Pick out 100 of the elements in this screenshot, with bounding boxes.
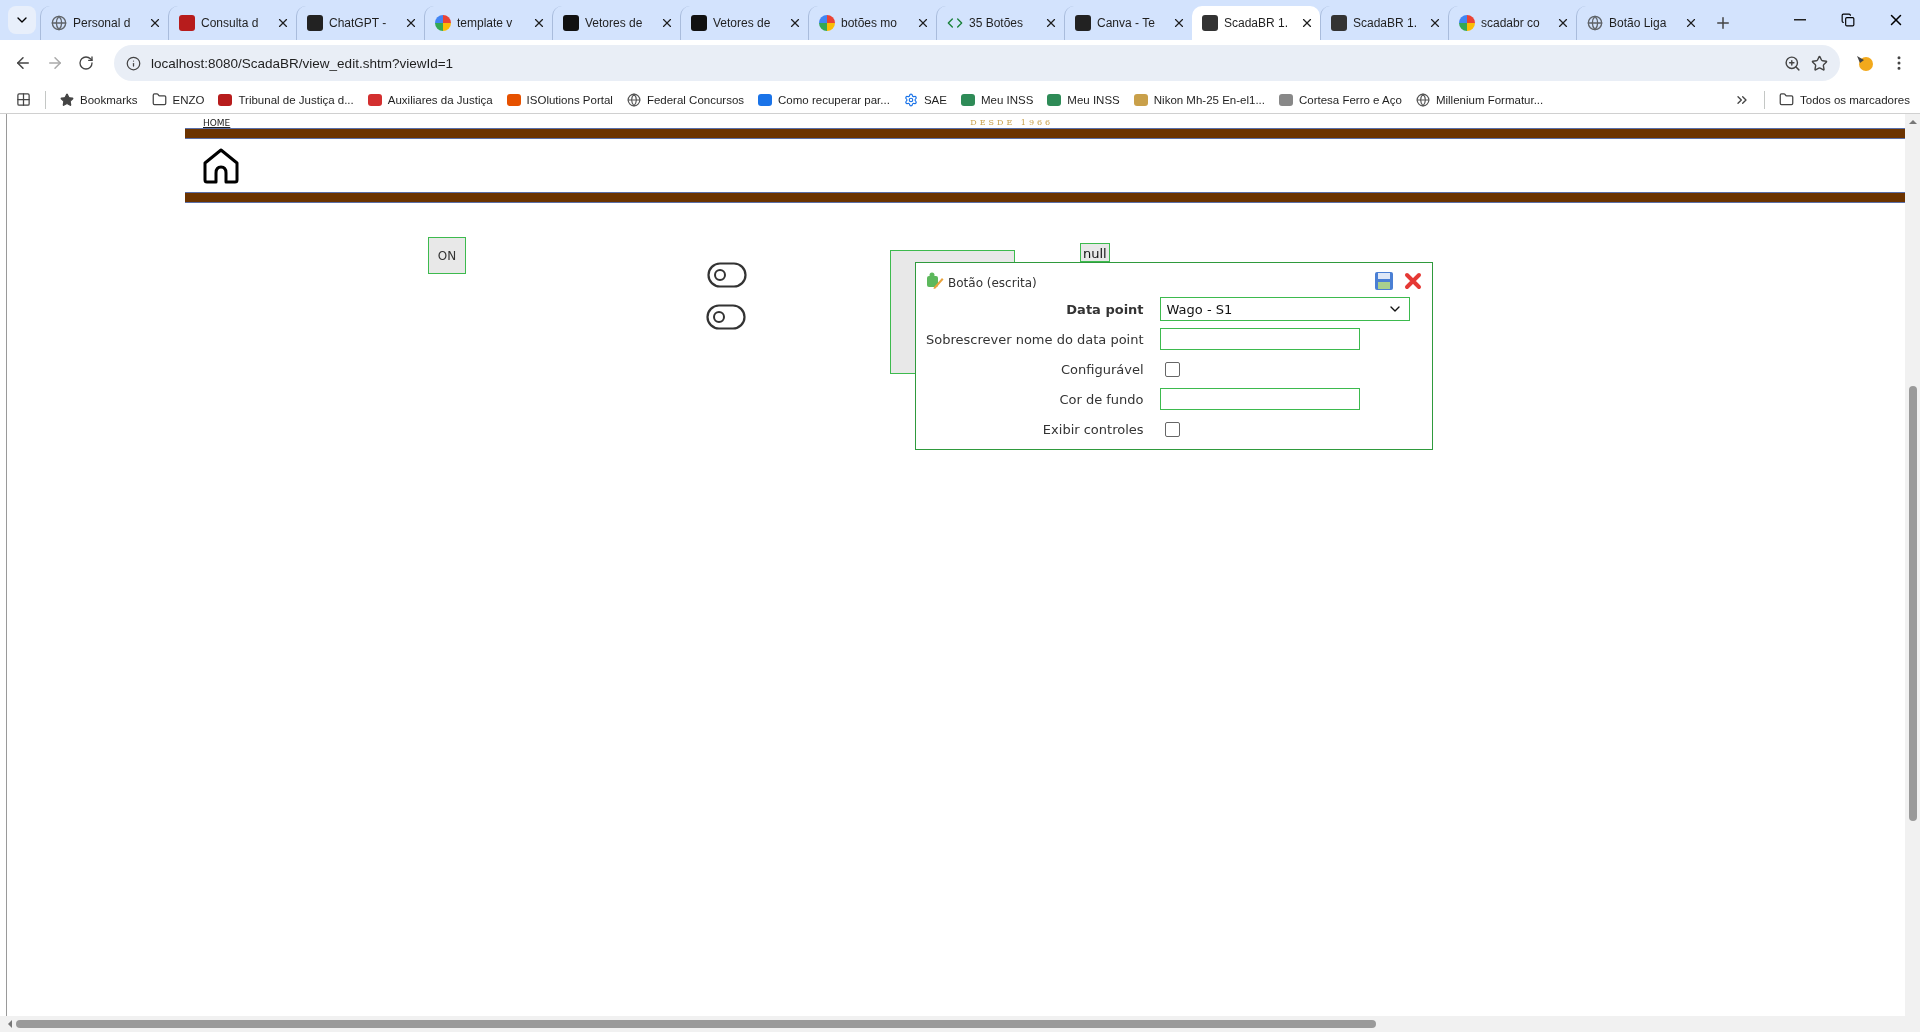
bookmark-link[interactable]: Como recuperar par... <box>758 93 890 106</box>
close-icon[interactable] <box>1044 16 1058 30</box>
square-logo-icon <box>506 93 521 106</box>
bookmark-link[interactable]: Meu INSS <box>960 93 1034 106</box>
tab-title: scadabr co <box>1481 16 1541 30</box>
new-tab-button[interactable] <box>1714 14 1732 32</box>
puzzle-pencil-icon <box>926 272 944 290</box>
bookmark-link[interactable]: Cortesa Ferro e Aço <box>1279 93 1402 106</box>
tab-title: Canva - Te <box>1097 16 1156 30</box>
star-icon[interactable] <box>1811 54 1828 72</box>
field-label: Data point <box>1065 301 1144 317</box>
field-label: Cor de fundo <box>1058 391 1144 407</box>
tab-title: Botão Liga <box>1609 16 1668 30</box>
square-logo-icon <box>1279 93 1293 106</box>
close-icon[interactable] <box>532 16 546 30</box>
tab-title: Personal d <box>73 16 132 30</box>
close-icon[interactable] <box>1300 16 1314 30</box>
bookmark-link[interactable]: Meu INSS <box>1047 93 1120 106</box>
bookmark-link[interactable]: Millenium Formatur... <box>1415 92 1544 107</box>
square-logo-icon <box>1047 93 1062 106</box>
browser-tab[interactable]: ScadaBR 1. <box>1192 6 1320 40</box>
tab-title: 35 Botões <box>969 16 1025 30</box>
tagline: DESDE 1966 <box>970 118 1054 128</box>
folder-icon <box>151 92 167 107</box>
point-value: null <box>1080 243 1110 262</box>
checkbox[interactable] <box>1164 421 1180 437</box>
letter-logo-icon <box>1459 15 1475 31</box>
vertical-scrollbar[interactable] <box>1905 114 1920 1016</box>
close-icon[interactable] <box>788 16 802 30</box>
close-icon[interactable] <box>1684 16 1698 30</box>
url-text: localhost:8080/ScadaBR/view_edit.shtm?viewId=1 <box>151 55 455 71</box>
home-link[interactable]: HOME <box>203 118 231 128</box>
folder-icon <box>1779 92 1795 107</box>
tab-search-button[interactable] <box>8 6 36 34</box>
select-value: Wago - S1 <box>1166 301 1233 317</box>
save-icon[interactable] <box>1374 271 1394 291</box>
back-icon[interactable] <box>14 54 32 72</box>
bookmark-link[interactable]: ENZO <box>151 92 205 107</box>
square-logo-icon <box>691 15 707 31</box>
globe-icon <box>1587 15 1603 31</box>
dialog-title: Botão (escrita) <box>948 276 1037 290</box>
tab-title: botões mo <box>841 16 899 30</box>
square-logo-icon <box>307 15 323 31</box>
globe-icon <box>1415 92 1430 107</box>
square-logo-icon <box>1202 15 1218 31</box>
toggle-switch[interactable] <box>706 304 746 330</box>
square-logo-icon <box>218 93 233 106</box>
tab-title: ScadaBR 1. <box>1353 16 1419 30</box>
square-logo-icon <box>1133 93 1148 106</box>
close-icon[interactable] <box>1428 16 1442 30</box>
data-point-select[interactable]: Wago - S1 <box>1159 297 1410 321</box>
close-icon[interactable] <box>1556 16 1570 30</box>
close-icon[interactable] <box>1172 16 1186 30</box>
bookmark-link[interactable]: Nikon Mh-25 En-el1... <box>1133 93 1265 106</box>
toggle-switch[interactable] <box>707 262 747 288</box>
apps-icon[interactable] <box>16 92 31 107</box>
on-button[interactable]: ON <box>428 237 466 274</box>
close-icon[interactable] <box>916 16 930 30</box>
square-logo-icon <box>179 15 195 31</box>
square-logo-icon <box>367 93 382 106</box>
square-logo-icon <box>563 15 579 31</box>
bookmark-link[interactable]: Tribunal de Justiça d... <box>218 93 354 106</box>
code-icon <box>947 15 963 31</box>
input-field[interactable] <box>1159 328 1360 350</box>
close-icon[interactable] <box>276 16 290 30</box>
gear-icon <box>903 92 918 107</box>
square-logo-icon <box>758 93 773 106</box>
plus-icon <box>1714 14 1732 32</box>
tab-title: ChatGPT - <box>329 16 388 30</box>
horizontal-scrollbar[interactable] <box>0 1016 1920 1032</box>
reload-icon[interactable] <box>78 55 94 71</box>
square-logo-icon <box>960 93 975 106</box>
square-logo-icon <box>1075 15 1091 31</box>
close-icon[interactable] <box>404 16 418 30</box>
bookmark-link[interactable]: ISOlutions Portal <box>506 93 613 106</box>
globe-icon <box>626 92 641 107</box>
bookmark-link[interactable]: Federal Concursos <box>626 92 745 107</box>
info-icon[interactable] <box>126 55 141 71</box>
input-field[interactable] <box>1159 388 1360 410</box>
bookmark-link[interactable]: Bookmarks <box>60 92 138 107</box>
star-icon <box>60 92 74 107</box>
tab-title: Vetores de <box>713 16 772 30</box>
zoom-icon[interactable] <box>1784 54 1801 72</box>
close-icon[interactable] <box>660 16 674 30</box>
restore-icon <box>1841 13 1855 27</box>
field-label: Exibir controles <box>1041 421 1144 437</box>
globe-icon <box>51 15 67 31</box>
field-label: Configurável <box>1060 361 1144 377</box>
tab-title: template v <box>457 16 514 30</box>
close-icon[interactable] <box>148 16 162 30</box>
tab-title: Vetores de <box>585 16 644 30</box>
letter-logo-icon <box>819 15 835 31</box>
bookmark-link[interactable]: Todos os marcadores <box>1779 92 1910 107</box>
field-label: Sobrescrever nome do data point <box>926 331 1144 347</box>
checkbox[interactable] <box>1164 361 1180 377</box>
tab-title: Consulta d <box>201 16 260 30</box>
bookmark-link[interactable]: SAE <box>903 92 947 107</box>
bookmark-link[interactable]: Auxiliares da Justiça <box>367 93 493 106</box>
tab-title: ScadaBR 1. <box>1224 16 1290 30</box>
address-bar[interactable]: localhost:8080/ScadaBR/view_edit.shtm?viewId=1 <box>114 45 1840 81</box>
